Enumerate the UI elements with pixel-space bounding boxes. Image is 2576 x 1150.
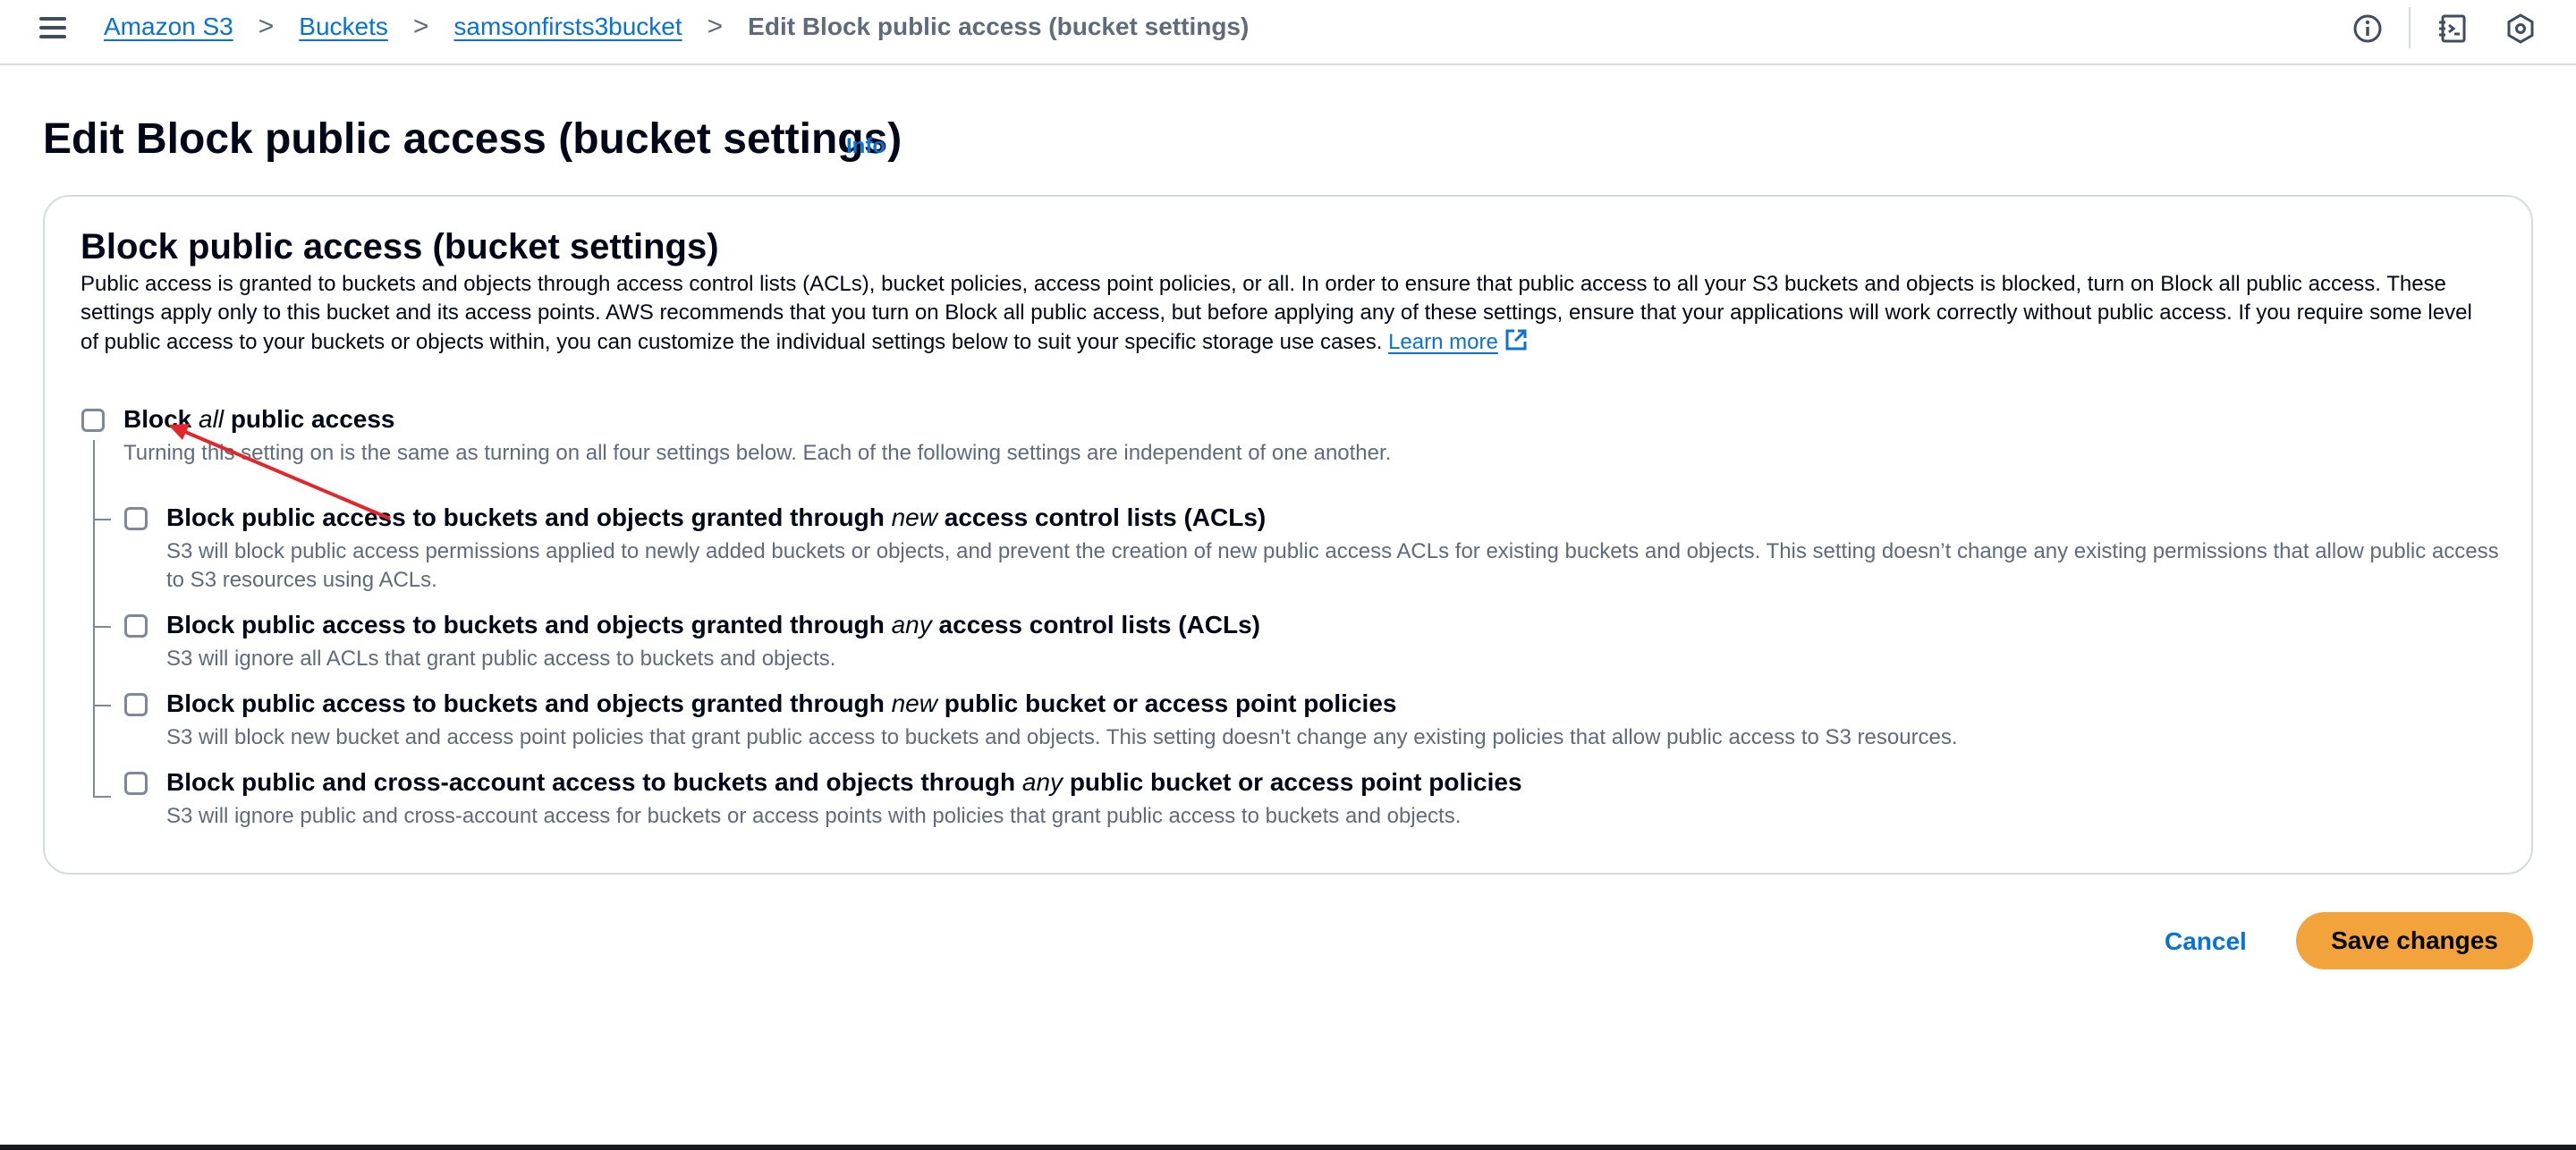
panel-title: Block public access (bucket settings) (80, 227, 719, 266)
option-label-em: any (891, 611, 932, 638)
block-any-acls-description: S3 will ignore all ACLs that grant publi… (166, 647, 836, 671)
info-link[interactable]: Info (846, 134, 886, 159)
cancel-button[interactable]: Cancel (2165, 927, 2247, 956)
top-navigation-bar: Amazon S3 > Buckets > samsonfirsts3bucke… (0, 0, 2576, 65)
option-label-post: access control lists (ACLs) (931, 611, 1260, 638)
learn-more-label: Learn more (1388, 330, 1498, 354)
block-new-acls-checkbox[interactable] (124, 507, 148, 530)
block-all-label[interactable]: Block all public access (123, 405, 394, 434)
panel-description: Public access is granted to buckets and … (80, 270, 2496, 357)
page-title: Edit Block public access (bucket setting… (43, 115, 902, 163)
block-all-label-em: all (199, 405, 225, 433)
tree-branch (93, 519, 111, 520)
breadcrumb-bucket-name[interactable]: samsonfirsts3bucket (453, 13, 682, 41)
tree-branch (93, 796, 111, 798)
option-label-post: public bucket or access point policies (1063, 768, 1522, 796)
menu-icon[interactable] (39, 17, 66, 40)
learn-more-link[interactable]: Learn more (1388, 329, 1529, 354)
block-all-checkbox[interactable] (81, 409, 105, 432)
option-label-em: new (891, 503, 937, 531)
info-circle-icon[interactable] (2351, 13, 2384, 45)
block-new-acls-description: S3 will block public access permissions … (166, 539, 2499, 592)
save-changes-button[interactable]: Save changes (2296, 912, 2533, 969)
block-new-policies-description: S3 will block new bucket and access poin… (166, 725, 1958, 749)
breadcrumb-buckets[interactable]: Buckets (299, 13, 388, 41)
breadcrumb-separator: > (707, 12, 724, 41)
panel-description-text: Public access is granted to buckets and … (80, 272, 2472, 354)
block-new-acls-label[interactable]: Block public access to buckets and objec… (166, 503, 1266, 532)
block-all-label-post: public access (224, 405, 395, 433)
block-new-policies-label[interactable]: Block public access to buckets and objec… (166, 689, 1396, 718)
tree-branch (93, 705, 111, 706)
option-label-pre: Block public access to buckets and objec… (166, 611, 892, 638)
option-label-em: new (891, 689, 937, 717)
breadcrumb-separator: > (258, 12, 275, 41)
tree-branch (93, 626, 111, 628)
block-any-policies-label[interactable]: Block public and cross-account access to… (166, 768, 1522, 797)
tree-connector (93, 440, 95, 798)
option-label-pre: Block public access to buckets and objec… (166, 503, 892, 531)
option-label-em: any (1021, 768, 1063, 796)
bottom-edge-bar (0, 1145, 2576, 1150)
option-label-pre: Block public access to buckets and objec… (166, 689, 892, 717)
option-label-post: access control lists (ACLs) (936, 503, 1267, 531)
toolbar-divider (2409, 7, 2411, 48)
block-any-acls-checkbox[interactable] (124, 614, 148, 638)
external-link-icon (1505, 329, 1527, 351)
block-all-description: Turning this setting on is the same as t… (123, 441, 1392, 465)
block-any-acls-label[interactable]: Block public access to buckets and objec… (166, 611, 1260, 639)
settings-hex-icon[interactable] (2504, 13, 2537, 45)
breadcrumb-separator: > (412, 12, 429, 41)
notes-icon[interactable] (2436, 13, 2469, 45)
option-label-pre: Block public and cross-account access to… (166, 768, 1022, 796)
breadcrumb: Amazon S3 > Buckets > samsonfirsts3bucke… (104, 13, 1249, 41)
block-any-policies-checkbox[interactable] (124, 772, 148, 795)
option-label-post: public bucket or access point policies (936, 689, 1397, 717)
block-all-label-pre: Block (123, 405, 199, 433)
block-new-policies-checkbox[interactable] (124, 693, 148, 716)
breadcrumb-current-page: Edit Block public access (bucket setting… (748, 13, 1250, 40)
breadcrumb-amazon-s3[interactable]: Amazon S3 (104, 13, 233, 41)
block-any-policies-description: S3 will ignore public and cross-account … (166, 804, 1462, 828)
